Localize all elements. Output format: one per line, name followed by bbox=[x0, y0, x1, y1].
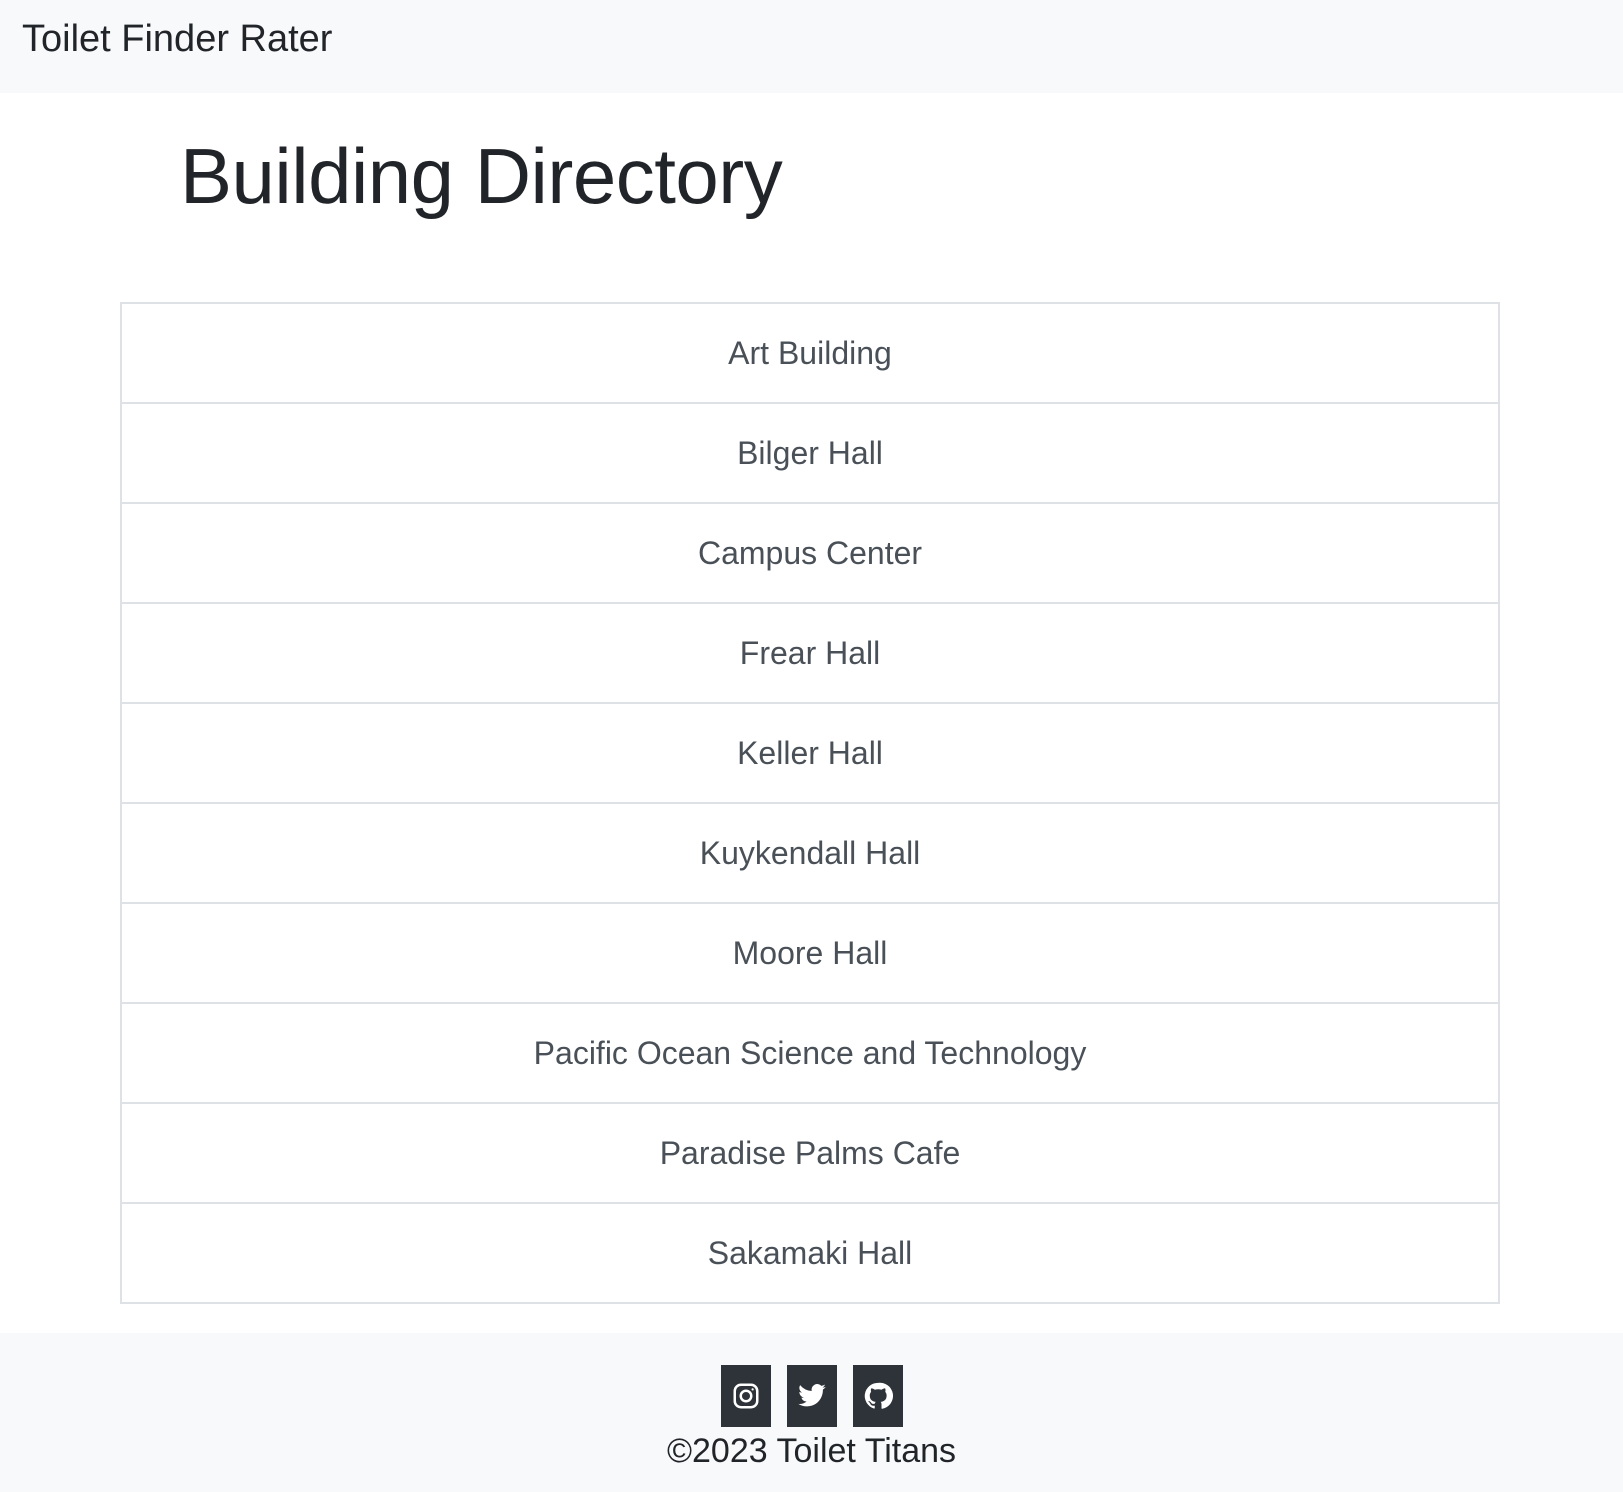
navbar: Toilet Finder Rater bbox=[0, 0, 1623, 93]
instagram-icon bbox=[733, 1383, 758, 1409]
building-list-item[interactable]: Keller Hall bbox=[122, 704, 1498, 804]
copyright-text: ©2023 Toilet Titans bbox=[666, 1432, 957, 1470]
building-list-item[interactable]: Kuykendall Hall bbox=[122, 804, 1498, 904]
github-icon bbox=[864, 1382, 893, 1409]
github-button[interactable] bbox=[852, 1365, 903, 1427]
twitter-button[interactable] bbox=[786, 1365, 837, 1427]
building-list-item[interactable]: Bilger Hall bbox=[122, 404, 1498, 504]
building-list-item[interactable]: Paradise Palms Cafe bbox=[122, 1104, 1498, 1204]
building-list-item[interactable]: Campus Center bbox=[122, 504, 1498, 604]
building-list-item[interactable]: Art Building bbox=[122, 304, 1498, 404]
footer: ©2023 Toilet Titans bbox=[0, 1333, 1623, 1492]
building-list-item[interactable]: Moore Hall bbox=[122, 904, 1498, 1004]
page-title: Building Directory bbox=[180, 132, 783, 220]
building-list: Art Building Bilger Hall Campus Center F… bbox=[120, 302, 1500, 1304]
twitter-icon bbox=[797, 1384, 826, 1407]
building-list-item[interactable]: Pacific Ocean Science and Technology bbox=[122, 1004, 1498, 1104]
building-list-item[interactable]: Sakamaki Hall bbox=[122, 1204, 1498, 1304]
brand-link[interactable]: Toilet Finder Rater bbox=[22, 15, 332, 63]
social-links bbox=[0, 1365, 1623, 1427]
building-list-item[interactable]: Frear Hall bbox=[122, 604, 1498, 704]
instagram-button[interactable] bbox=[720, 1365, 771, 1427]
